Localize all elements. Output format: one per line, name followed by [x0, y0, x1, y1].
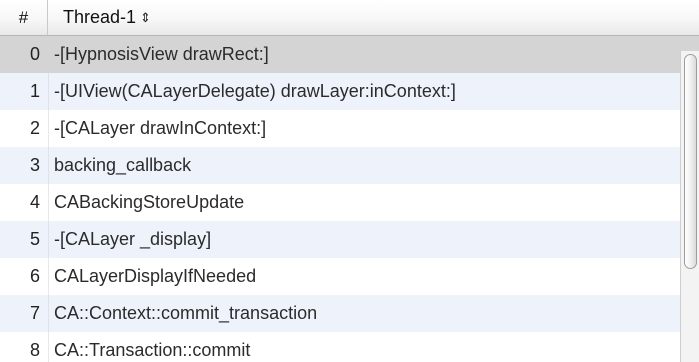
index-column-header[interactable]: #	[0, 0, 48, 35]
up-down-arrow-icon[interactable]: ⇕	[140, 11, 151, 24]
scrollbar-thumb[interactable]	[684, 54, 697, 269]
row-label: CALayerDisplayIfNeeded	[54, 266, 257, 286]
row-label: backing_callback	[54, 155, 192, 175]
row-label: -[HypnosisView drawRect:]	[54, 44, 269, 64]
table-row[interactable]: 0 -[HypnosisView drawRect:]	[0, 36, 699, 73]
row-label: -[UIView(CALayerDelegate) drawLayer:inCo…	[54, 81, 456, 101]
row-index: 6	[29, 266, 40, 286]
table-row[interactable]: 8 CA::Transaction::commit	[0, 332, 699, 362]
table-row[interactable]: 4 CABackingStoreUpdate	[0, 184, 699, 221]
row-index: 0	[29, 44, 40, 64]
thread-column-label: Thread-1	[63, 7, 137, 27]
row-index: 3	[29, 155, 40, 175]
row-index: 1	[29, 81, 40, 101]
table-row[interactable]: 2 -[CALayer drawInContext:]	[0, 110, 699, 147]
row-label: CA::Context::commit_transaction	[54, 303, 318, 323]
call-stack-table: # Thread-1 ⇕ 0 -[HypnosisView drawRect:]…	[0, 0, 699, 362]
row-index: 4	[29, 192, 40, 212]
row-label: CABackingStoreUpdate	[54, 192, 245, 212]
row-label: CA::Transaction::commit	[54, 340, 251, 360]
table-header: # Thread-1 ⇕	[0, 0, 699, 36]
row-label: -[CALayer drawInContext:]	[54, 118, 267, 138]
row-index: 7	[29, 303, 40, 323]
table-row[interactable]: 6 CALayerDisplayIfNeeded	[0, 258, 699, 295]
row-index: 8	[29, 340, 40, 360]
row-index: 2	[29, 118, 40, 138]
table-row[interactable]: 5 -[CALayer _display]	[0, 221, 699, 258]
row-index: 5	[29, 229, 40, 249]
table-row[interactable]: 7 CA::Context::commit_transaction	[0, 295, 699, 332]
table-row[interactable]: 3 backing_callback	[0, 147, 699, 184]
vertical-scrollbar[interactable]	[680, 51, 699, 362]
column-divider	[48, 36, 49, 362]
row-label: -[CALayer _display]	[54, 229, 212, 249]
thread-column-header[interactable]: Thread-1 ⇕	[49, 0, 699, 35]
stack-frame-list: 0 -[HypnosisView drawRect:] 1 -[UIView(C…	[0, 36, 699, 362]
table-row[interactable]: 1 -[UIView(CALayerDelegate) drawLayer:in…	[0, 73, 699, 110]
